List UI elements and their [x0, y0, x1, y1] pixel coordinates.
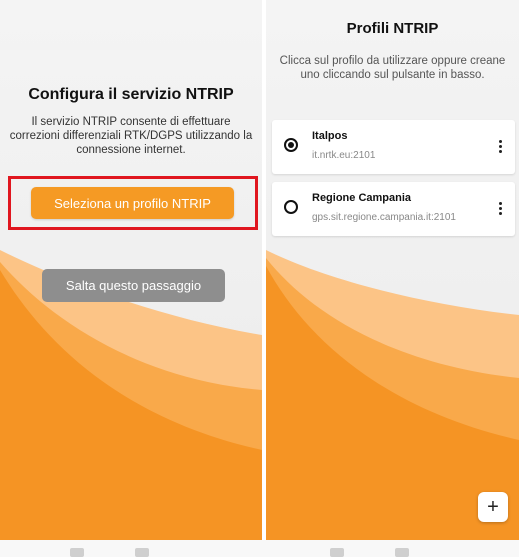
- nav-bar-icon: [395, 548, 409, 557]
- ntrip-setup-screen: Configura il servizio NTRIP Il servizio …: [0, 0, 262, 540]
- page-title: Profili NTRIP: [346, 20, 439, 37]
- skip-step-button[interactable]: Salta questo passaggio: [42, 269, 225, 302]
- page-title: Configura il servizio NTRIP: [28, 86, 234, 103]
- profile-name: Italpos: [312, 130, 348, 142]
- nav-bar-icon: [135, 548, 149, 557]
- radio-selected-icon[interactable]: [284, 138, 298, 152]
- nav-bar-icon: [70, 548, 84, 557]
- profile-host: it.nrtk.eu:2101: [312, 150, 376, 161]
- nav-bar-icon: [330, 548, 344, 557]
- page-description: Il servizio NTRIP consente di effettuare…: [9, 116, 253, 156]
- more-vert-icon[interactable]: [495, 195, 505, 221]
- profile-name: Regione Campania: [312, 192, 412, 204]
- page-description: Clicca sul profilo da utilizzare oppure …: [279, 55, 506, 81]
- profile-host: gps.sit.regione.campania.it:2101: [312, 212, 456, 223]
- radio-unselected-icon[interactable]: [284, 200, 298, 214]
- profile-item-regione-campania[interactable]: Regione Campania gps.sit.regione.campani…: [272, 182, 515, 236]
- select-ntrip-profile-button[interactable]: Seleziona un profilo NTRIP: [31, 187, 234, 219]
- more-vert-icon[interactable]: [495, 133, 505, 159]
- profile-item-italpos[interactable]: Italpos it.nrtk.eu:2101: [272, 120, 515, 174]
- add-profile-button[interactable]: +: [478, 492, 508, 522]
- ntrip-profiles-screen: Profili NTRIP Clicca sul profilo da util…: [266, 0, 519, 540]
